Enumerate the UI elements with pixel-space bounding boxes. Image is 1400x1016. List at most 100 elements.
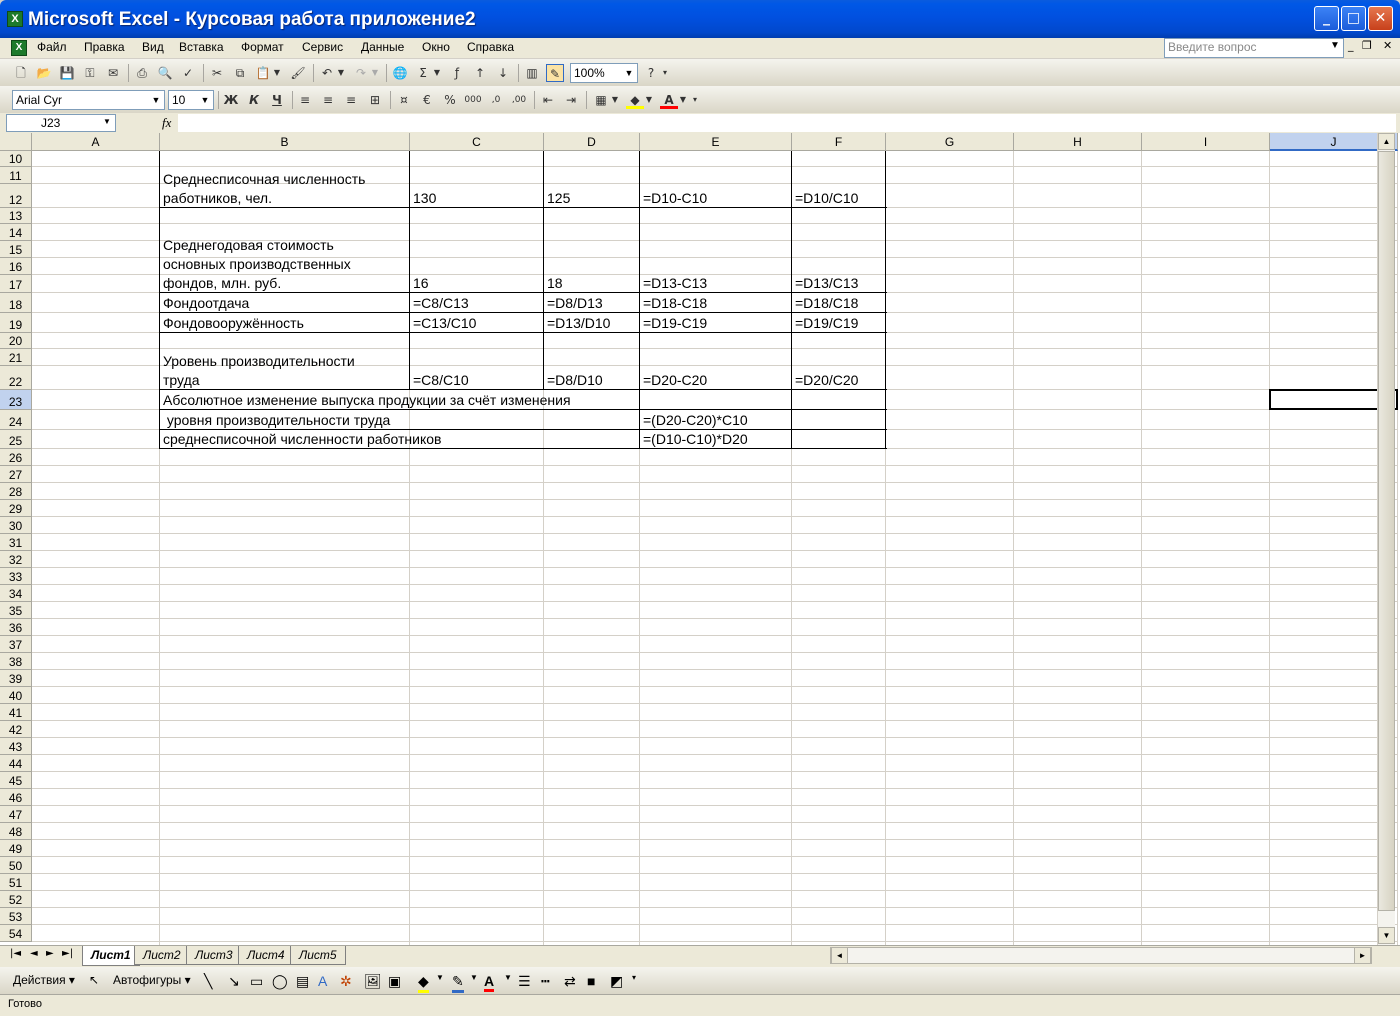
font-name-combo[interactable]: Arial Cyr ▼	[12, 90, 165, 110]
thousands-icon[interactable]: 000	[464, 91, 482, 109]
cell[interactable]: =D13-C13	[640, 275, 792, 293]
draw-font-color-dropdown-icon[interactable]: ▼	[504, 973, 512, 982]
column-header[interactable]: D	[544, 133, 640, 151]
last-sheet-icon[interactable]: ►|	[62, 948, 73, 959]
cell[interactable]: =D8/D13	[544, 293, 640, 313]
arrow-style-icon[interactable]: ⇄	[564, 973, 576, 990]
row-header[interactable]: 37	[0, 636, 32, 653]
shadow-icon[interactable]: ■	[587, 973, 595, 989]
menu-edit[interactable]: Правка	[84, 40, 125, 54]
row-header[interactable]: 26	[0, 449, 32, 466]
cell[interactable]: =C8/C10	[410, 366, 544, 390]
borders-dropdown-icon[interactable]: ▼	[610, 91, 620, 109]
drawing-options-icon[interactable]: ▾	[632, 973, 636, 982]
formula-input[interactable]	[178, 114, 1396, 132]
vertical-scroll-thumb[interactable]	[1378, 151, 1395, 911]
function-icon[interactable]: ƒ	[448, 64, 466, 82]
select-all-corner[interactable]	[0, 133, 32, 151]
row-header[interactable]: 39	[0, 670, 32, 687]
title-bar[interactable]: X Microsoft Excel - Курсовая работа прил…	[0, 0, 1400, 38]
actions-menu[interactable]: Действия ▾	[13, 973, 75, 987]
row-header[interactable]: 19	[0, 313, 32, 333]
close-button[interactable]: ✕	[1368, 6, 1393, 31]
cell[interactable]: 16	[410, 275, 544, 293]
font-color-dropdown-icon[interactable]: ▼	[678, 91, 688, 109]
cell[interactable]: среднесписочной численности работников	[160, 430, 640, 449]
cell[interactable]: =D18-C18	[640, 293, 792, 313]
merge-center-icon[interactable]: ⊞	[366, 91, 384, 109]
row-header[interactable]: 18	[0, 293, 32, 313]
row-header[interactable]: 32	[0, 551, 32, 568]
redo-icon[interactable]: ↷	[352, 64, 370, 82]
copy-icon[interactable]: ⧉	[231, 64, 249, 82]
row-header[interactable]: 11	[0, 167, 32, 184]
align-center-icon[interactable]: ≡	[319, 91, 337, 109]
row-header[interactable]: 31	[0, 534, 32, 551]
cell[interactable]: =D19/C19	[792, 313, 886, 333]
cell[interactable]: Среднегодовая стоимость основных произво…	[160, 224, 410, 293]
row-header[interactable]: 49	[0, 840, 32, 857]
new-icon[interactable]: 🗋	[12, 64, 30, 82]
row-header[interactable]: 22	[0, 366, 32, 390]
row-header[interactable]: 16	[0, 258, 32, 275]
cell[interactable]: =(D10-C10)*D20	[640, 430, 792, 449]
row-header[interactable]: 27	[0, 466, 32, 483]
euro-icon[interactable]: €	[418, 91, 436, 109]
save-icon[interactable]: 💾	[58, 64, 76, 82]
cell[interactable]: =D13/D10	[544, 313, 640, 333]
workbook-icon[interactable]: X	[11, 40, 27, 56]
row-header[interactable]: 44	[0, 755, 32, 772]
decrease-decimal-icon[interactable]: ,00	[510, 91, 528, 109]
draw-fill-dropdown-icon[interactable]: ▼	[436, 973, 444, 982]
row-header[interactable]: 48	[0, 823, 32, 840]
row-header[interactable]: 45	[0, 772, 32, 789]
borders-icon[interactable]: ▦	[592, 91, 610, 109]
prev-sheet-icon[interactable]: ◄	[30, 948, 38, 959]
cell[interactable]: Абсолютное изменение выпуска продукции з…	[160, 390, 640, 410]
cell[interactable]: =D19-C19	[640, 313, 792, 333]
autosum-dropdown-icon[interactable]: ▼	[432, 64, 442, 82]
help-search-input[interactable]: Введите вопрос	[1164, 38, 1344, 58]
help-icon[interactable]: ?	[642, 64, 660, 82]
sheet-tab-2[interactable]: Лист2	[134, 946, 190, 965]
print-preview-icon[interactable]: 🔍	[156, 64, 174, 82]
column-header[interactable]: F	[792, 133, 886, 151]
row-header[interactable]: 13	[0, 208, 32, 224]
bold-icon[interactable]: Ж	[222, 91, 240, 109]
row-header[interactable]: 15	[0, 241, 32, 258]
arrow-icon[interactable]: ↘	[228, 973, 240, 990]
menu-view[interactable]: Вид	[142, 40, 164, 54]
draw-font-color-icon[interactable]: A	[484, 973, 495, 992]
column-header[interactable]: I	[1142, 133, 1270, 151]
row-header[interactable]: 24	[0, 410, 32, 430]
font-size-combo[interactable]: 10 ▼	[168, 90, 214, 110]
oval-icon[interactable]: ◯	[272, 973, 288, 990]
select-objects-icon[interactable]: ↖	[89, 973, 99, 987]
menu-format[interactable]: Формат	[241, 40, 284, 54]
format-painter-icon[interactable]: 🖌	[289, 64, 307, 82]
cell[interactable]: =D20/C20	[792, 366, 886, 390]
line-icon[interactable]: ╲	[204, 973, 212, 990]
drawing-toggle-icon[interactable]: ✎	[546, 64, 564, 82]
sheet-tab-4[interactable]: Лист4	[238, 946, 294, 965]
row-header[interactable]: 42	[0, 721, 32, 738]
sort-ascending-icon[interactable]: ↑	[471, 64, 489, 82]
column-header[interactable]: G	[886, 133, 1014, 151]
picture-icon[interactable]: ▣	[388, 973, 401, 990]
row-header[interactable]: 30	[0, 517, 32, 534]
minimize-button[interactable]: _	[1314, 6, 1339, 31]
fill-color-dropdown-icon[interactable]: ▼	[644, 91, 654, 109]
row-header[interactable]: 54	[0, 925, 32, 942]
vertical-scrollbar[interactable]: ▲ ▼	[1377, 133, 1395, 945]
paste-dropdown-icon[interactable]: ▼	[272, 64, 282, 82]
row-header[interactable]: 23	[0, 390, 32, 410]
cell[interactable]: =D20-C20	[640, 366, 792, 390]
cell[interactable]: =C8/C13	[410, 293, 544, 313]
increase-decimal-icon[interactable]: ,0	[487, 91, 505, 109]
row-header[interactable]: 14	[0, 224, 32, 241]
workbook-restore-icon[interactable]: ❐	[1362, 39, 1372, 52]
scroll-right-icon[interactable]: ►	[1354, 947, 1371, 964]
dash-style-icon[interactable]: ┅	[541, 973, 549, 990]
next-sheet-icon[interactable]: ►	[46, 948, 54, 959]
row-header[interactable]: 25	[0, 430, 32, 449]
